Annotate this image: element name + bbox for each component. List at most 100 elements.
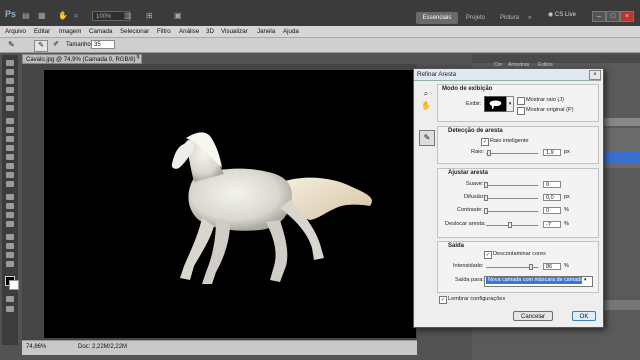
minimize-button[interactable]: – xyxy=(592,11,606,22)
contrast-label: Contraste: xyxy=(457,207,483,213)
menu-arquivo[interactable]: Arquivo xyxy=(5,28,26,35)
view-mode-dropdown-arrow[interactable]: ▾ xyxy=(506,96,514,112)
output-to-selected-option[interactable]: Nova camada com máscara de camada xyxy=(486,277,582,284)
adjust-edge-group xyxy=(437,168,599,238)
arrange-documents-icon[interactable]: ⊞ xyxy=(146,11,160,21)
workspace-projeto[interactable]: Projeto xyxy=(460,12,491,24)
eyedropper-tool-icon[interactable] xyxy=(6,105,14,111)
healing-brush-tool-icon[interactable] xyxy=(6,118,14,124)
refine-radius-brush-icon[interactable]: ✎ xyxy=(419,130,435,146)
move-tool-icon[interactable] xyxy=(6,60,14,66)
size-input[interactable]: 35 xyxy=(91,40,115,49)
close-window-button[interactable]: × xyxy=(620,11,634,22)
type-tool-icon[interactable] xyxy=(6,203,14,209)
menu-filtro[interactable]: Filtro xyxy=(157,28,171,35)
screen-mode-tool-icon[interactable] xyxy=(6,306,14,312)
menu-visualizar[interactable]: Visualizar xyxy=(221,28,248,35)
feather-unit: px xyxy=(564,194,570,200)
refine-radius-tool-icon[interactable]: ✎ xyxy=(34,40,48,52)
dodge-tool-icon[interactable] xyxy=(6,181,14,187)
brush-tool-icon[interactable] xyxy=(6,127,14,133)
document-tab-close-icon[interactable]: × xyxy=(136,54,140,60)
blur-tool-icon[interactable] xyxy=(6,172,14,178)
erase-refinements-tool-icon[interactable]: ✐ xyxy=(50,40,62,50)
workspace-more[interactable]: » xyxy=(522,12,537,24)
zoom-tool-icon[interactable]: ⌕ xyxy=(74,11,88,21)
menu-imagem[interactable]: Imagem xyxy=(59,28,81,35)
menu-analise[interactable]: Análise xyxy=(179,28,199,35)
workspace-essenciais[interactable]: Essenciais xyxy=(416,12,458,24)
history-brush-tool-icon[interactable] xyxy=(6,145,14,151)
cancel-button[interactable]: Cancelar xyxy=(513,311,553,321)
contrast-slider-thumb[interactable] xyxy=(484,208,488,214)
radius-input[interactable]: 1,9 xyxy=(543,149,561,156)
pen-tool-icon[interactable] xyxy=(6,194,14,200)
horse-image[interactable] xyxy=(44,70,416,338)
zoom-tool-icon[interactable] xyxy=(6,261,14,267)
brush-preset-icon[interactable]: ✎ xyxy=(8,40,20,50)
document-tab[interactable]: Cavalo.jpg @ 74,9% (Camada 0, RGB/8) * xyxy=(22,54,142,64)
ok-button[interactable]: OK xyxy=(572,311,596,321)
workspace-pintura[interactable]: Pintura xyxy=(494,12,525,24)
screen-mode-icon[interactable]: ▣ xyxy=(174,11,188,21)
menu-editar[interactable]: Editar xyxy=(34,28,50,35)
3d-rotate-tool-icon[interactable] xyxy=(6,234,14,240)
gradient-tool-icon[interactable] xyxy=(6,163,14,169)
marquee-tool-icon[interactable] xyxy=(6,69,14,75)
path-selection-tool-icon[interactable] xyxy=(6,212,14,218)
eraser-tool-icon[interactable] xyxy=(6,154,14,160)
feather-slider-thumb[interactable] xyxy=(484,195,488,201)
lasso-tool-icon[interactable] xyxy=(6,78,14,84)
remember-settings-checkbox[interactable]: ✓ xyxy=(439,296,447,304)
edge-detection-title: Detecção de aresta xyxy=(448,128,503,134)
photoshop-logo: Ps xyxy=(5,9,17,19)
show-radius-checkbox[interactable] xyxy=(517,97,525,105)
crop-tool-icon[interactable] xyxy=(6,96,14,102)
decontaminate-checkbox[interactable]: ✓ xyxy=(484,251,492,259)
cs-live-button[interactable]: ◉ CS Live xyxy=(548,11,576,18)
quick-selection-tool-icon[interactable] xyxy=(6,87,14,93)
menu-janela[interactable]: Janela xyxy=(257,28,275,35)
background-color-swatch[interactable] xyxy=(9,280,19,290)
3d-orbit-tool-icon[interactable] xyxy=(6,243,14,249)
dialog-close-button[interactable]: × xyxy=(589,70,601,80)
show-original-checkbox[interactable] xyxy=(517,107,525,115)
smooth-label: Suave: xyxy=(466,181,484,187)
contrast-input[interactable]: 0 xyxy=(543,207,561,214)
size-label: Tamanho: xyxy=(66,42,93,48)
quick-mask-icon[interactable] xyxy=(6,296,14,302)
shape-tool-icon[interactable] xyxy=(6,221,14,227)
view-extras-icon[interactable]: ▥ xyxy=(124,11,138,21)
shift-edge-unit: % xyxy=(564,221,569,227)
output-to-dropdown-arrow[interactable]: ▾ xyxy=(584,277,587,283)
hand-tool-icon[interactable] xyxy=(6,252,14,258)
shift-edge-slider-thumb[interactable] xyxy=(508,222,513,228)
smooth-input[interactable]: 0 xyxy=(543,181,561,188)
clone-stamp-tool-icon[interactable] xyxy=(6,136,14,142)
menu-ajuda[interactable]: Ajuda xyxy=(283,28,299,35)
view-label: Exibir: xyxy=(466,101,482,107)
contrast-slider-track[interactable] xyxy=(486,211,538,212)
smart-radius-checkbox[interactable]: ✓ xyxy=(481,138,489,146)
radius-slider-thumb[interactable] xyxy=(487,150,492,156)
intensity-slider-thumb[interactable] xyxy=(528,264,533,270)
radius-slider-track[interactable] xyxy=(486,153,538,154)
zoom-tool-icon[interactable]: ⌕ xyxy=(421,89,431,99)
shift-edge-input[interactable]: -7 xyxy=(543,221,561,228)
zoom-status[interactable]: 74,86% xyxy=(26,344,46,350)
selected-layer-row[interactable] xyxy=(598,152,640,164)
bridge-icon[interactable]: ▤ xyxy=(22,11,36,21)
menu-3d[interactable]: 3D xyxy=(206,28,214,35)
view-mode-thumbnail[interactable] xyxy=(484,96,508,112)
menu-camada[interactable]: Camada xyxy=(89,28,112,35)
hand-tool-icon[interactable]: ✋ xyxy=(421,101,431,111)
feather-slider-track[interactable] xyxy=(486,198,538,199)
minibridge-icon[interactable]: ▦ xyxy=(38,11,52,21)
intensity-input[interactable]: 86 xyxy=(543,263,561,270)
maximize-button[interactable]: □ xyxy=(606,11,620,22)
smooth-slider-thumb[interactable] xyxy=(484,182,488,188)
hand-icon[interactable]: ✋ xyxy=(58,11,72,21)
feather-input[interactable]: 0,0 xyxy=(543,194,561,201)
smooth-slider-track[interactable] xyxy=(486,185,538,186)
menu-selecionar[interactable]: Selecionar xyxy=(120,28,149,35)
